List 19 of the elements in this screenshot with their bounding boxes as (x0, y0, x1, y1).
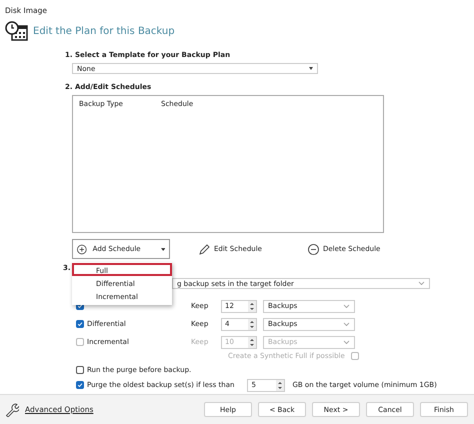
plus-circle-icon (77, 244, 87, 254)
wrench-icon (5, 402, 19, 416)
chevron-icon (418, 281, 425, 286)
spin-arrows-icon (248, 318, 256, 330)
checkbox[interactable] (76, 381, 84, 389)
clock-calendar-icon (5, 21, 28, 41)
caret-icon (309, 67, 313, 70)
spin-arrows-icon (276, 380, 284, 390)
checkbox[interactable] (76, 320, 84, 328)
spin-arrows-icon (248, 336, 256, 348)
caret-icon (160, 248, 165, 250)
spin-arrows-icon (248, 300, 256, 312)
chevron-icon (343, 340, 350, 344)
pencil-icon (199, 244, 210, 254)
minus-circle-icon (308, 244, 319, 254)
checkbox[interactable] (76, 366, 84, 374)
page-heading: Edit the Plan for this Backup (33, 26, 175, 36)
chevron-icon (343, 322, 350, 326)
chevron-icon (343, 304, 350, 308)
